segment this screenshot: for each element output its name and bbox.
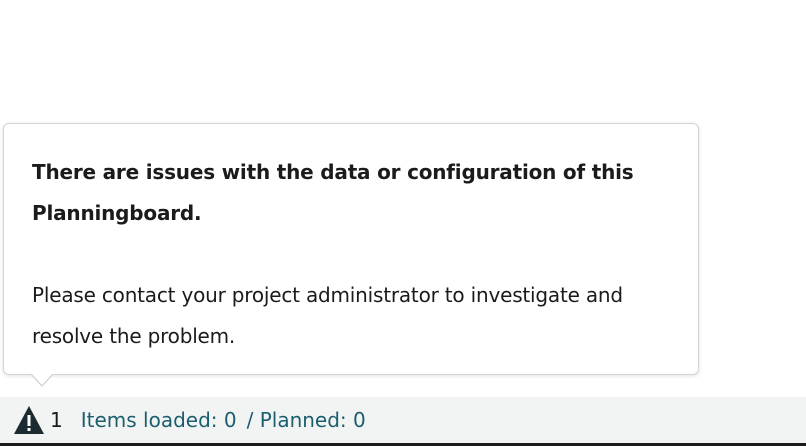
popover-title: There are issues with the data or config… [32, 160, 634, 225]
issues-popover: There are issues with the data or config… [3, 123, 699, 375]
items-loaded-text: Items loaded: 0 [80, 408, 237, 432]
page: There are issues with the data or config… [0, 0, 806, 446]
popover-arrow-fill [31, 373, 53, 385]
warning-triangle-icon [14, 406, 44, 434]
popover-message: Please contact your project administrato… [32, 283, 623, 348]
planned-text: / Planned: 0 [246, 408, 366, 432]
warning-indicator-button[interactable]: 1 [13, 404, 63, 436]
warning-count: 1 [50, 408, 63, 432]
status-bar: 1 Items loaded: 0 / Planned: 0 [0, 397, 806, 446]
